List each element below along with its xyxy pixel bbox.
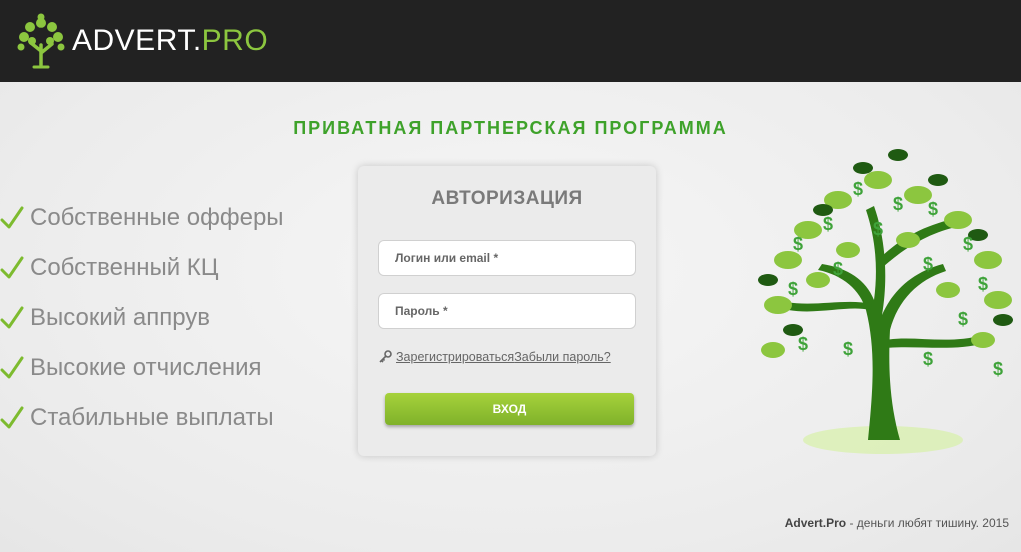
register-link[interactable]: Зарегистрироваться (396, 350, 514, 364)
feature-item: Высокий аппрув (0, 293, 284, 343)
logo-main: ADVERT (72, 24, 193, 57)
svg-text:$: $ (793, 234, 803, 254)
svg-text:$: $ (873, 219, 883, 239)
logo[interactable]: $ ADVERT.PRO (14, 12, 268, 70)
feature-label: Стабильные выплаты (30, 404, 274, 431)
svg-text:$: $ (798, 334, 808, 354)
auth-links: Зарегистрироваться Забыли пароль? (378, 350, 611, 364)
forgot-password-link[interactable]: Забыли пароль? (514, 350, 611, 364)
feature-label: Собственный КЦ (30, 254, 219, 281)
logo-suffix: PRO (201, 24, 269, 57)
svg-text:$: $ (853, 179, 863, 199)
svg-text:$: $ (788, 279, 798, 299)
svg-text:$: $ (37, 26, 46, 43)
feature-list: Собственные офферы Собственный КЦ Высоки… (0, 193, 284, 443)
svg-text:$: $ (993, 359, 1003, 379)
svg-text:$: $ (923, 349, 933, 369)
feature-item: Высокие отчисления (0, 343, 284, 393)
footer-tagline: - деньги любят тишину. 2015 (846, 516, 1009, 530)
svg-text:$: $ (958, 309, 968, 329)
login-form: АВТОРИЗАЦИЯ ЗарегистрироватьсяЗабыли пар… (358, 166, 656, 456)
svg-text:$: $ (963, 234, 973, 254)
checkmark-icon (0, 406, 24, 429)
feature-label: Собственные офферы (30, 204, 284, 231)
feature-item: Собственные офферы (0, 193, 284, 243)
svg-text:$: $ (843, 339, 853, 359)
page-headline: ПРИВАТНАЯ ПАРТНЕРСКАЯ ПРОГРАММА (293, 118, 728, 138)
svg-text:$: $ (978, 274, 988, 294)
money-tree-illustration: $$$$ $$$$ $ $$$ $$ $ $ (758, 149, 1013, 454)
checkmark-icon (0, 256, 24, 279)
logo-text: ADVERT.PRO (72, 24, 268, 58)
checkmark-icon (0, 356, 24, 379)
svg-text:$: $ (923, 254, 933, 274)
key-icon (379, 350, 392, 363)
svg-text:$: $ (928, 199, 938, 219)
feature-label: Высокий аппрув (30, 304, 211, 331)
logo-dot: . (192, 24, 202, 57)
top-bar: $ ADVERT.PRO (0, 0, 1021, 82)
money-tree-icon: $ (17, 13, 65, 69)
svg-text:$: $ (823, 214, 833, 234)
footer-brand: Advert.Pro (784, 516, 847, 530)
svg-text:$: $ (833, 259, 843, 279)
login-title: АВТОРИЗАЦИЯ (431, 188, 583, 209)
checkmark-icon (0, 206, 24, 229)
login-input[interactable] (378, 240, 636, 276)
checkmark-icon (0, 306, 24, 329)
footer: Advert.Pro - деньги любят тишину. 2015 (785, 516, 1009, 530)
feature-item: Стабильные выплаты (0, 393, 284, 443)
svg-text:$: $ (893, 194, 903, 214)
feature-item: Собственный КЦ (0, 243, 284, 293)
password-input[interactable] (378, 293, 636, 329)
login-button[interactable]: ВХОД (385, 393, 634, 425)
feature-label: Высокие отчисления (30, 354, 262, 381)
